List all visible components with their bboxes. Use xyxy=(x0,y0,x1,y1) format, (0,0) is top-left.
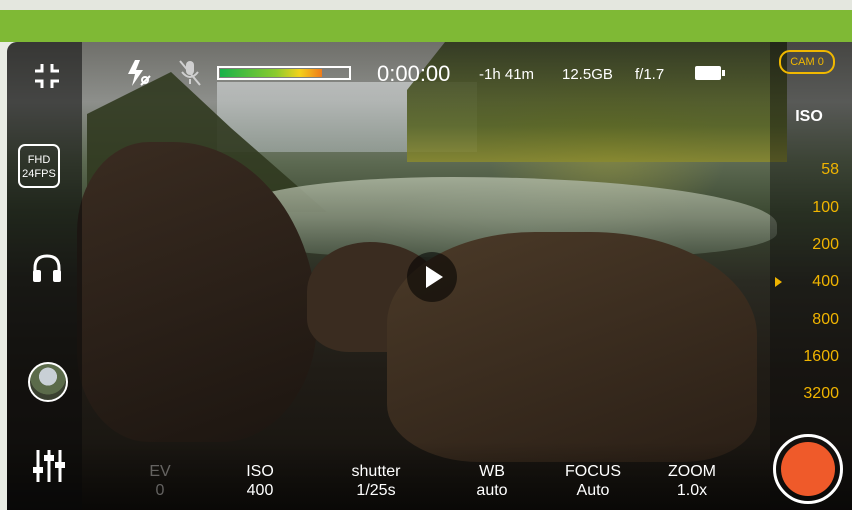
sliders-icon[interactable] xyxy=(31,447,67,485)
shutter-label: shutter xyxy=(351,463,401,480)
focus-value: Auto xyxy=(576,482,610,499)
iso-value: 400 xyxy=(246,482,274,499)
iso-option-3200[interactable]: 3200 xyxy=(781,385,839,403)
storage-remaining: 12.5GB xyxy=(562,66,613,83)
record-button[interactable] xyxy=(773,434,843,504)
focus-label: FOCUS xyxy=(565,463,621,480)
audio-level-fill xyxy=(220,69,322,77)
iso-panel-header: ISO xyxy=(795,108,823,125)
ev-label: EV xyxy=(149,463,171,480)
camera-select-badge[interactable]: CAM 0 xyxy=(779,50,835,74)
zoom-control[interactable]: ZOOM 1.0x xyxy=(647,462,737,500)
wb-control[interactable]: WB auto xyxy=(447,462,537,500)
top-status-bar: 0:00:00 -1h 41m 12.5GB f/1.7 CAM 0 xyxy=(7,42,852,104)
iso-option-1600[interactable]: 1600 xyxy=(781,348,839,366)
resolution-badge[interactable]: FHD 24FPS xyxy=(18,144,60,188)
iso-option-400[interactable]: 400 xyxy=(781,273,839,291)
remaining-time: -1h 41m xyxy=(479,66,535,83)
ev-value: 0 xyxy=(155,482,165,499)
magazine-green-bar xyxy=(0,10,852,42)
magazine-page-strip xyxy=(0,0,852,10)
iso-option-100[interactable]: 100 xyxy=(781,199,839,217)
ev-control[interactable]: EV 0 xyxy=(115,462,205,500)
iso-option-800[interactable]: 800 xyxy=(781,311,839,329)
audio-level-meter xyxy=(217,66,351,80)
zoom-label: ZOOM xyxy=(668,463,716,480)
battery-icon xyxy=(695,66,725,80)
resolution-label: FHD xyxy=(27,154,51,166)
iso-option-58[interactable]: 58 xyxy=(781,161,839,179)
zoom-value: 1.0x xyxy=(676,482,708,499)
wb-value: auto xyxy=(476,482,508,499)
headphones-icon[interactable] xyxy=(29,250,65,286)
timecode: 0:00:00 xyxy=(377,61,451,86)
aperture-value: f/1.7 xyxy=(635,66,665,83)
focus-control[interactable]: FOCUS Auto xyxy=(548,462,638,500)
wb-label: WB xyxy=(479,463,505,480)
gallery-thumbnail[interactable] xyxy=(28,362,68,402)
shutter-value: 1/25s xyxy=(356,482,396,499)
flash-auto-off-icon[interactable] xyxy=(125,58,153,88)
mic-muted-icon[interactable] xyxy=(177,58,203,88)
iso-label: ISO xyxy=(246,463,274,480)
shutter-control[interactable]: shutter 1/25s xyxy=(331,462,421,500)
collapse-icon[interactable] xyxy=(31,60,63,92)
framerate-label: 24FPS xyxy=(22,168,56,180)
iso-option-200[interactable]: 200 xyxy=(781,236,839,254)
iso-control[interactable]: ISO 400 xyxy=(215,462,305,500)
play-icon[interactable] xyxy=(407,252,457,302)
camera-viewfinder[interactable]: 0:00:00 -1h 41m 12.5GB f/1.7 CAM 0 FHD 2… xyxy=(7,42,852,510)
